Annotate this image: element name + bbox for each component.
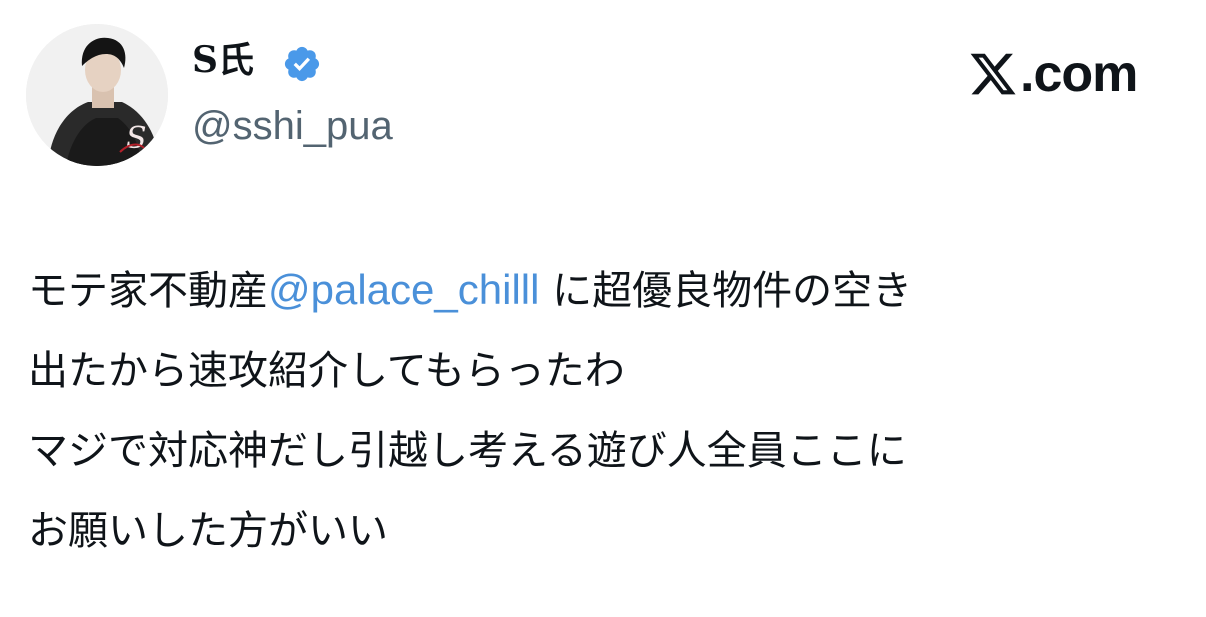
post-text: モテ家不動産@palace_chilll に超優良物件の空き 出たから速攻紹介し… — [28, 250, 1178, 571]
x-logo-icon — [970, 53, 1016, 95]
avatar-portrait-icon: S — [26, 24, 168, 166]
post-text-line-2: 出たから速攻紹介してもらったわ — [28, 348, 625, 394]
post-text-segment: モテ家不動産 — [28, 268, 268, 314]
svg-text:S: S — [126, 121, 147, 156]
post-card: S S氏 @sshi_pua .com モテ家不動産@palace_chilll… — [0, 0, 1206, 617]
verified-badge-icon — [282, 44, 322, 84]
logo-domain-text: .com — [1020, 45, 1138, 103]
author-display-name[interactable]: S氏 — [192, 38, 254, 82]
post-text-line-4: お願いした方がいい — [28, 508, 388, 554]
post-text-line-3: マジで対応神だし引越し考える遊び人全員ここに — [28, 428, 907, 474]
post-text-segment: に超優良物件の空き — [539, 268, 913, 314]
author-handle[interactable]: @sshi_pua — [192, 102, 393, 150]
author-avatar[interactable]: S — [26, 24, 168, 166]
post-text-line-1: モテ家不動産@palace_chilll に超優良物件の空き — [28, 250, 1178, 331]
mention-link[interactable]: @palace_chilll — [268, 266, 539, 313]
x-com-logo: .com — [968, 42, 1138, 106]
